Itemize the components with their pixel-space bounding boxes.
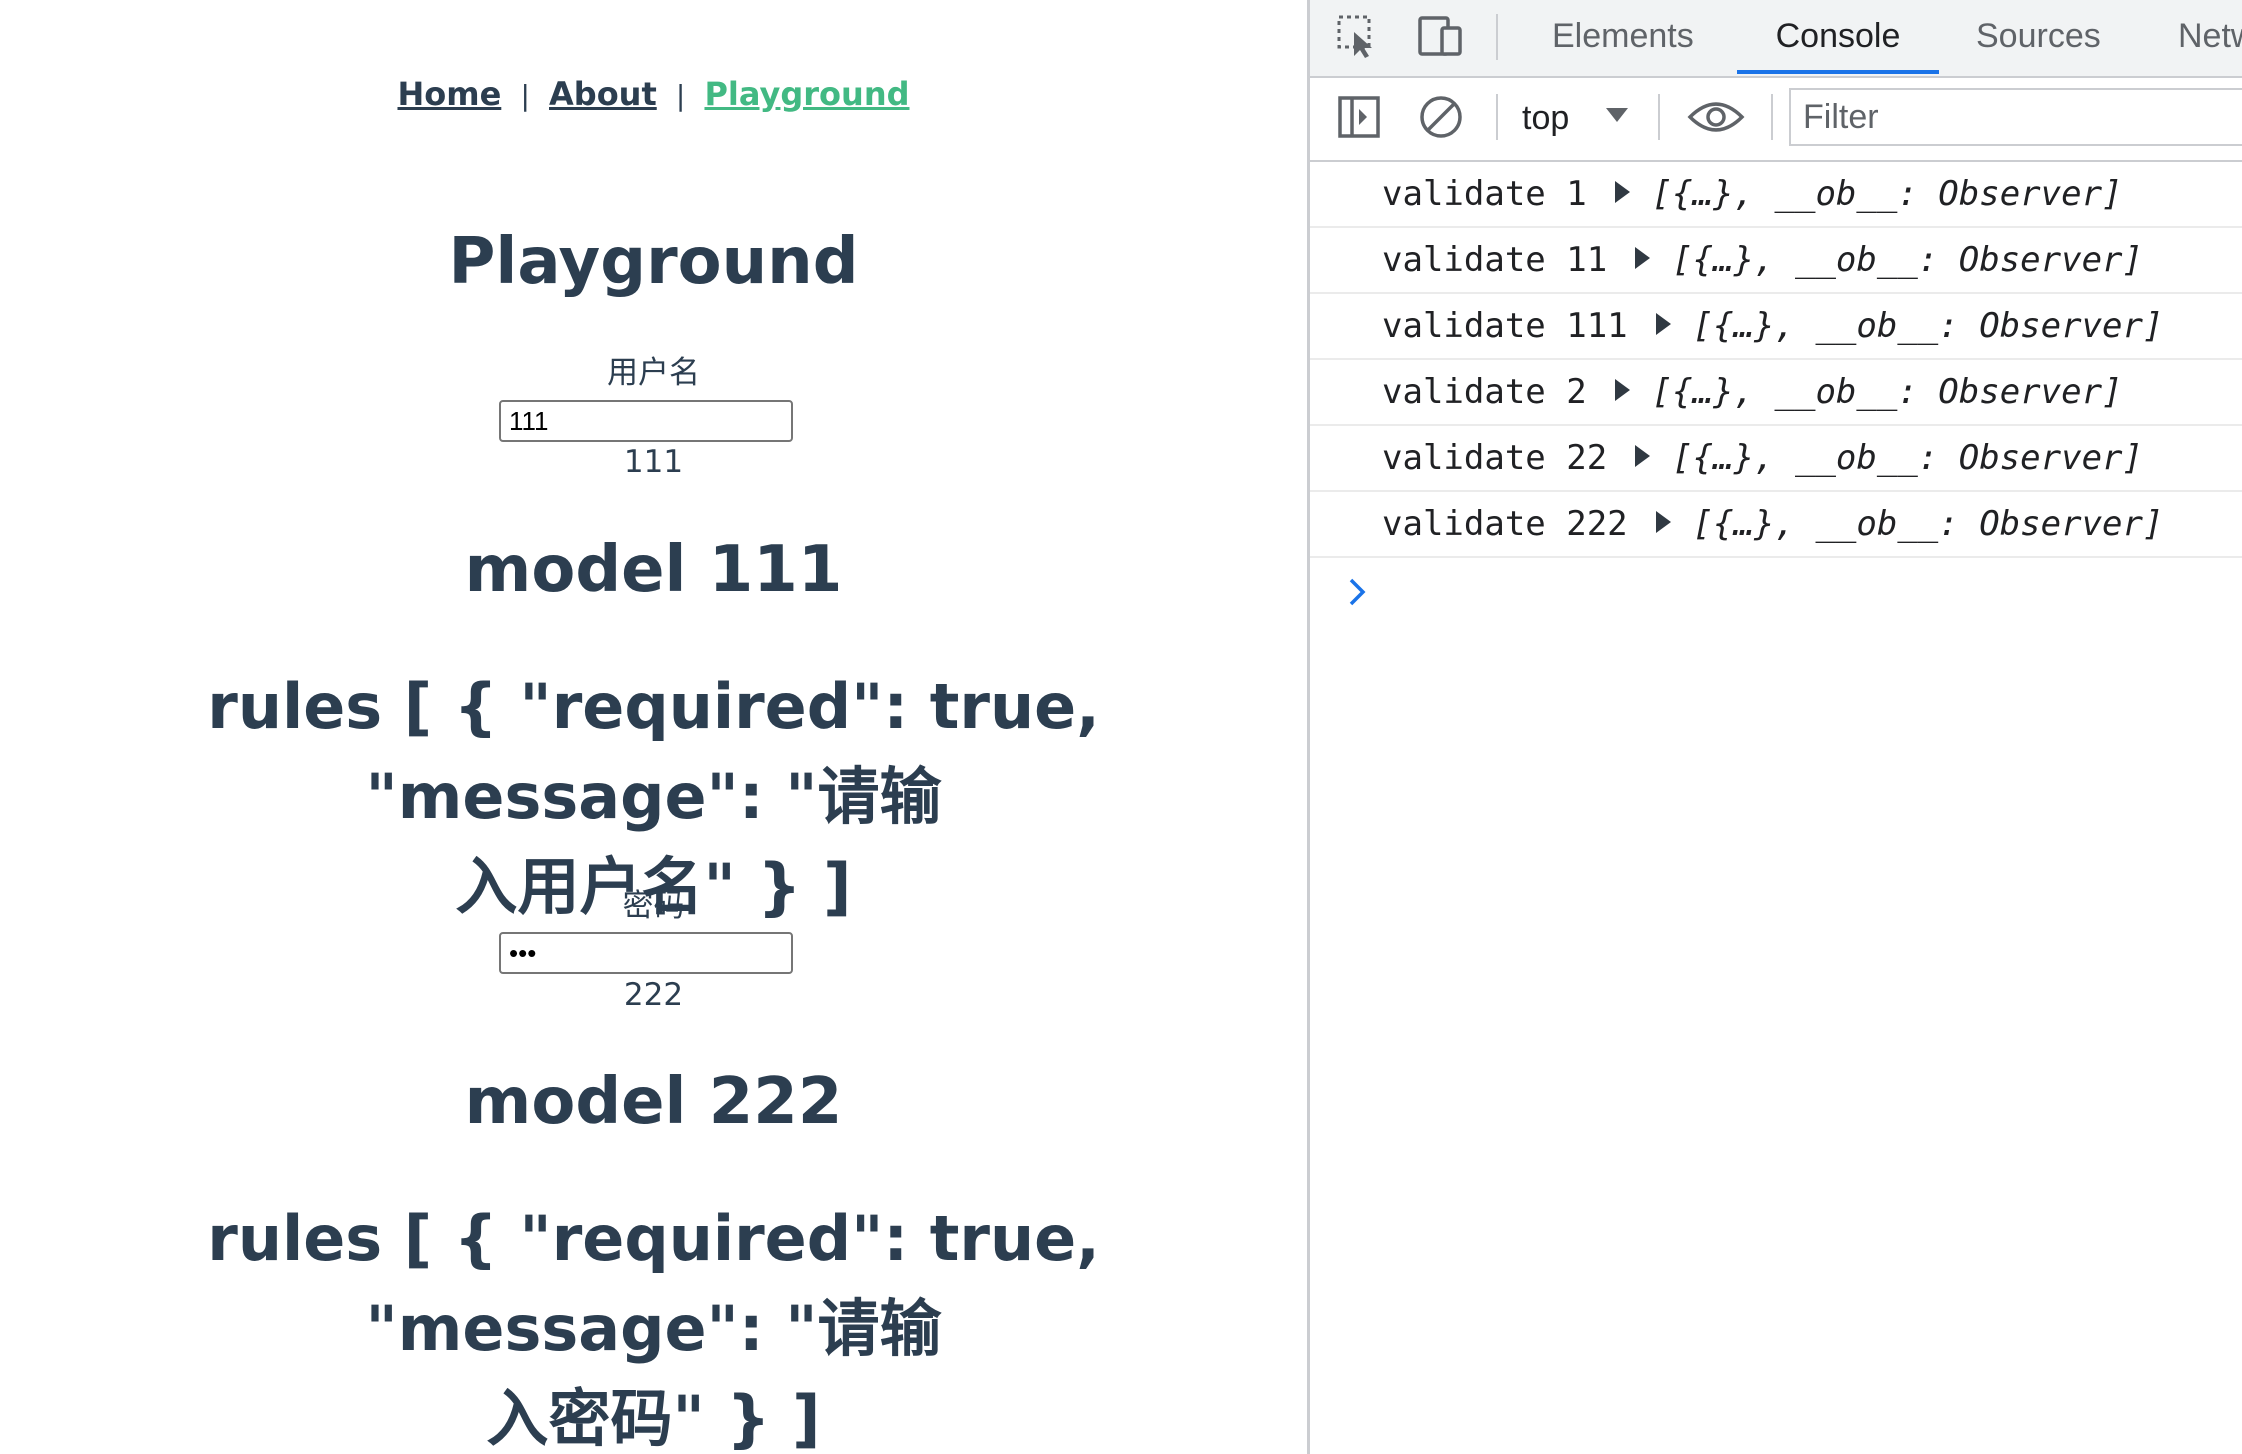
console-output[interactable]: validate 1 [{…}, __ob__: Observer] valida… bbox=[1310, 162, 2242, 1454]
expand-triangle-icon[interactable] bbox=[1635, 444, 1651, 467]
username-input[interactable] bbox=[499, 400, 793, 442]
console-toolbar: top bbox=[1310, 78, 2242, 162]
toolbar-divider bbox=[1496, 94, 1498, 140]
console-log-row[interactable]: validate 22 [{…}, __ob__: Observer] bbox=[1310, 426, 2242, 492]
prompt-chevron-icon bbox=[1349, 578, 1366, 606]
chevron-down-icon bbox=[1606, 108, 1628, 122]
context-selector[interactable]: top bbox=[1522, 90, 1569, 146]
username-label: 用户名 bbox=[607, 355, 700, 391]
expand-triangle-icon[interactable] bbox=[1614, 378, 1630, 401]
log-message: validate 111 bbox=[1382, 306, 1628, 346]
log-object[interactable]: [{…}, __ob__: Observer] bbox=[1652, 372, 2123, 412]
live-expression-eye-icon[interactable] bbox=[1685, 90, 1747, 144]
username-echo: 111 bbox=[623, 444, 684, 480]
log-message: validate 22 bbox=[1382, 438, 1608, 478]
top-nav: Home | About | Playground bbox=[0, 70, 1307, 120]
expand-triangle-icon[interactable] bbox=[1655, 510, 1671, 533]
nav-home-link[interactable]: Home bbox=[397, 75, 501, 113]
log-object[interactable]: [{…}, __ob__: Observer] bbox=[1672, 240, 2143, 280]
password-model: model 222 bbox=[464, 1065, 843, 1139]
toolbar-divider bbox=[1658, 94, 1660, 140]
inspect-element-icon[interactable] bbox=[1332, 10, 1386, 64]
device-toolbar-icon[interactable] bbox=[1414, 10, 1468, 64]
console-log-row[interactable]: validate 2 [{…}, __ob__: Observer] bbox=[1310, 360, 2242, 426]
nav-about-link[interactable]: About bbox=[549, 75, 657, 113]
clear-console-icon[interactable] bbox=[1414, 90, 1468, 144]
devtools-tabbar: Elements Console Sources Netw bbox=[1310, 0, 2242, 78]
password-echo: 222 bbox=[623, 977, 684, 1013]
nav-playground-link[interactable]: Playground bbox=[704, 75, 909, 113]
expand-triangle-icon[interactable] bbox=[1614, 180, 1630, 203]
console-log-row[interactable]: validate 222 [{…}, __ob__: Observer] bbox=[1310, 492, 2242, 558]
password-input[interactable] bbox=[499, 932, 793, 974]
nav-separator: | bbox=[675, 79, 686, 112]
console-log-row[interactable]: validate 11 [{…}, __ob__: Observer] bbox=[1310, 228, 2242, 294]
toolbar-divider bbox=[1496, 14, 1498, 60]
expand-triangle-icon[interactable] bbox=[1635, 246, 1651, 269]
log-message: validate 222 bbox=[1382, 504, 1628, 544]
log-message: validate 2 bbox=[1382, 372, 1587, 412]
page-title: Playground bbox=[448, 225, 859, 299]
username-model: model 111 bbox=[464, 533, 843, 607]
log-message: validate 1 bbox=[1382, 174, 1587, 214]
expand-triangle-icon[interactable] bbox=[1655, 312, 1671, 335]
sidebar-toggle-icon[interactable] bbox=[1332, 90, 1386, 144]
tab-console[interactable]: Console bbox=[1737, 0, 1939, 74]
console-log-row[interactable]: validate 111 [{…}, __ob__: Observer] bbox=[1310, 294, 2242, 360]
toolbar-divider bbox=[1771, 94, 1773, 140]
devtools-panel: Elements Console Sources Netw top bbox=[1307, 0, 2242, 1454]
password-rules: rules [ { "required": true, "message": "… bbox=[207, 1202, 1100, 1454]
screen: Home | About | Playground Playground 用户名… bbox=[0, 0, 2242, 1454]
log-object[interactable]: [{…}, __ob__: Observer] bbox=[1672, 438, 2143, 478]
password-label: 密码 bbox=[622, 888, 685, 924]
app-pane: Home | About | Playground Playground 用户名… bbox=[0, 0, 1307, 1454]
console-filter-input[interactable] bbox=[1789, 88, 2242, 146]
tab-elements[interactable]: Elements bbox=[1552, 0, 1694, 74]
log-object[interactable]: [{…}, __ob__: Observer] bbox=[1652, 174, 2123, 214]
console-prompt[interactable] bbox=[1310, 558, 2242, 620]
log-object[interactable]: [{…}, __ob__: Observer] bbox=[1693, 306, 2164, 346]
nav-separator: | bbox=[520, 79, 530, 112]
console-log-row[interactable]: validate 1 [{…}, __ob__: Observer] bbox=[1310, 162, 2242, 228]
log-message: validate 11 bbox=[1382, 240, 1608, 280]
log-object[interactable]: [{…}, __ob__: Observer] bbox=[1693, 504, 2164, 544]
tab-network[interactable]: Netw bbox=[2178, 0, 2242, 74]
tab-sources[interactable]: Sources bbox=[1976, 0, 2101, 74]
